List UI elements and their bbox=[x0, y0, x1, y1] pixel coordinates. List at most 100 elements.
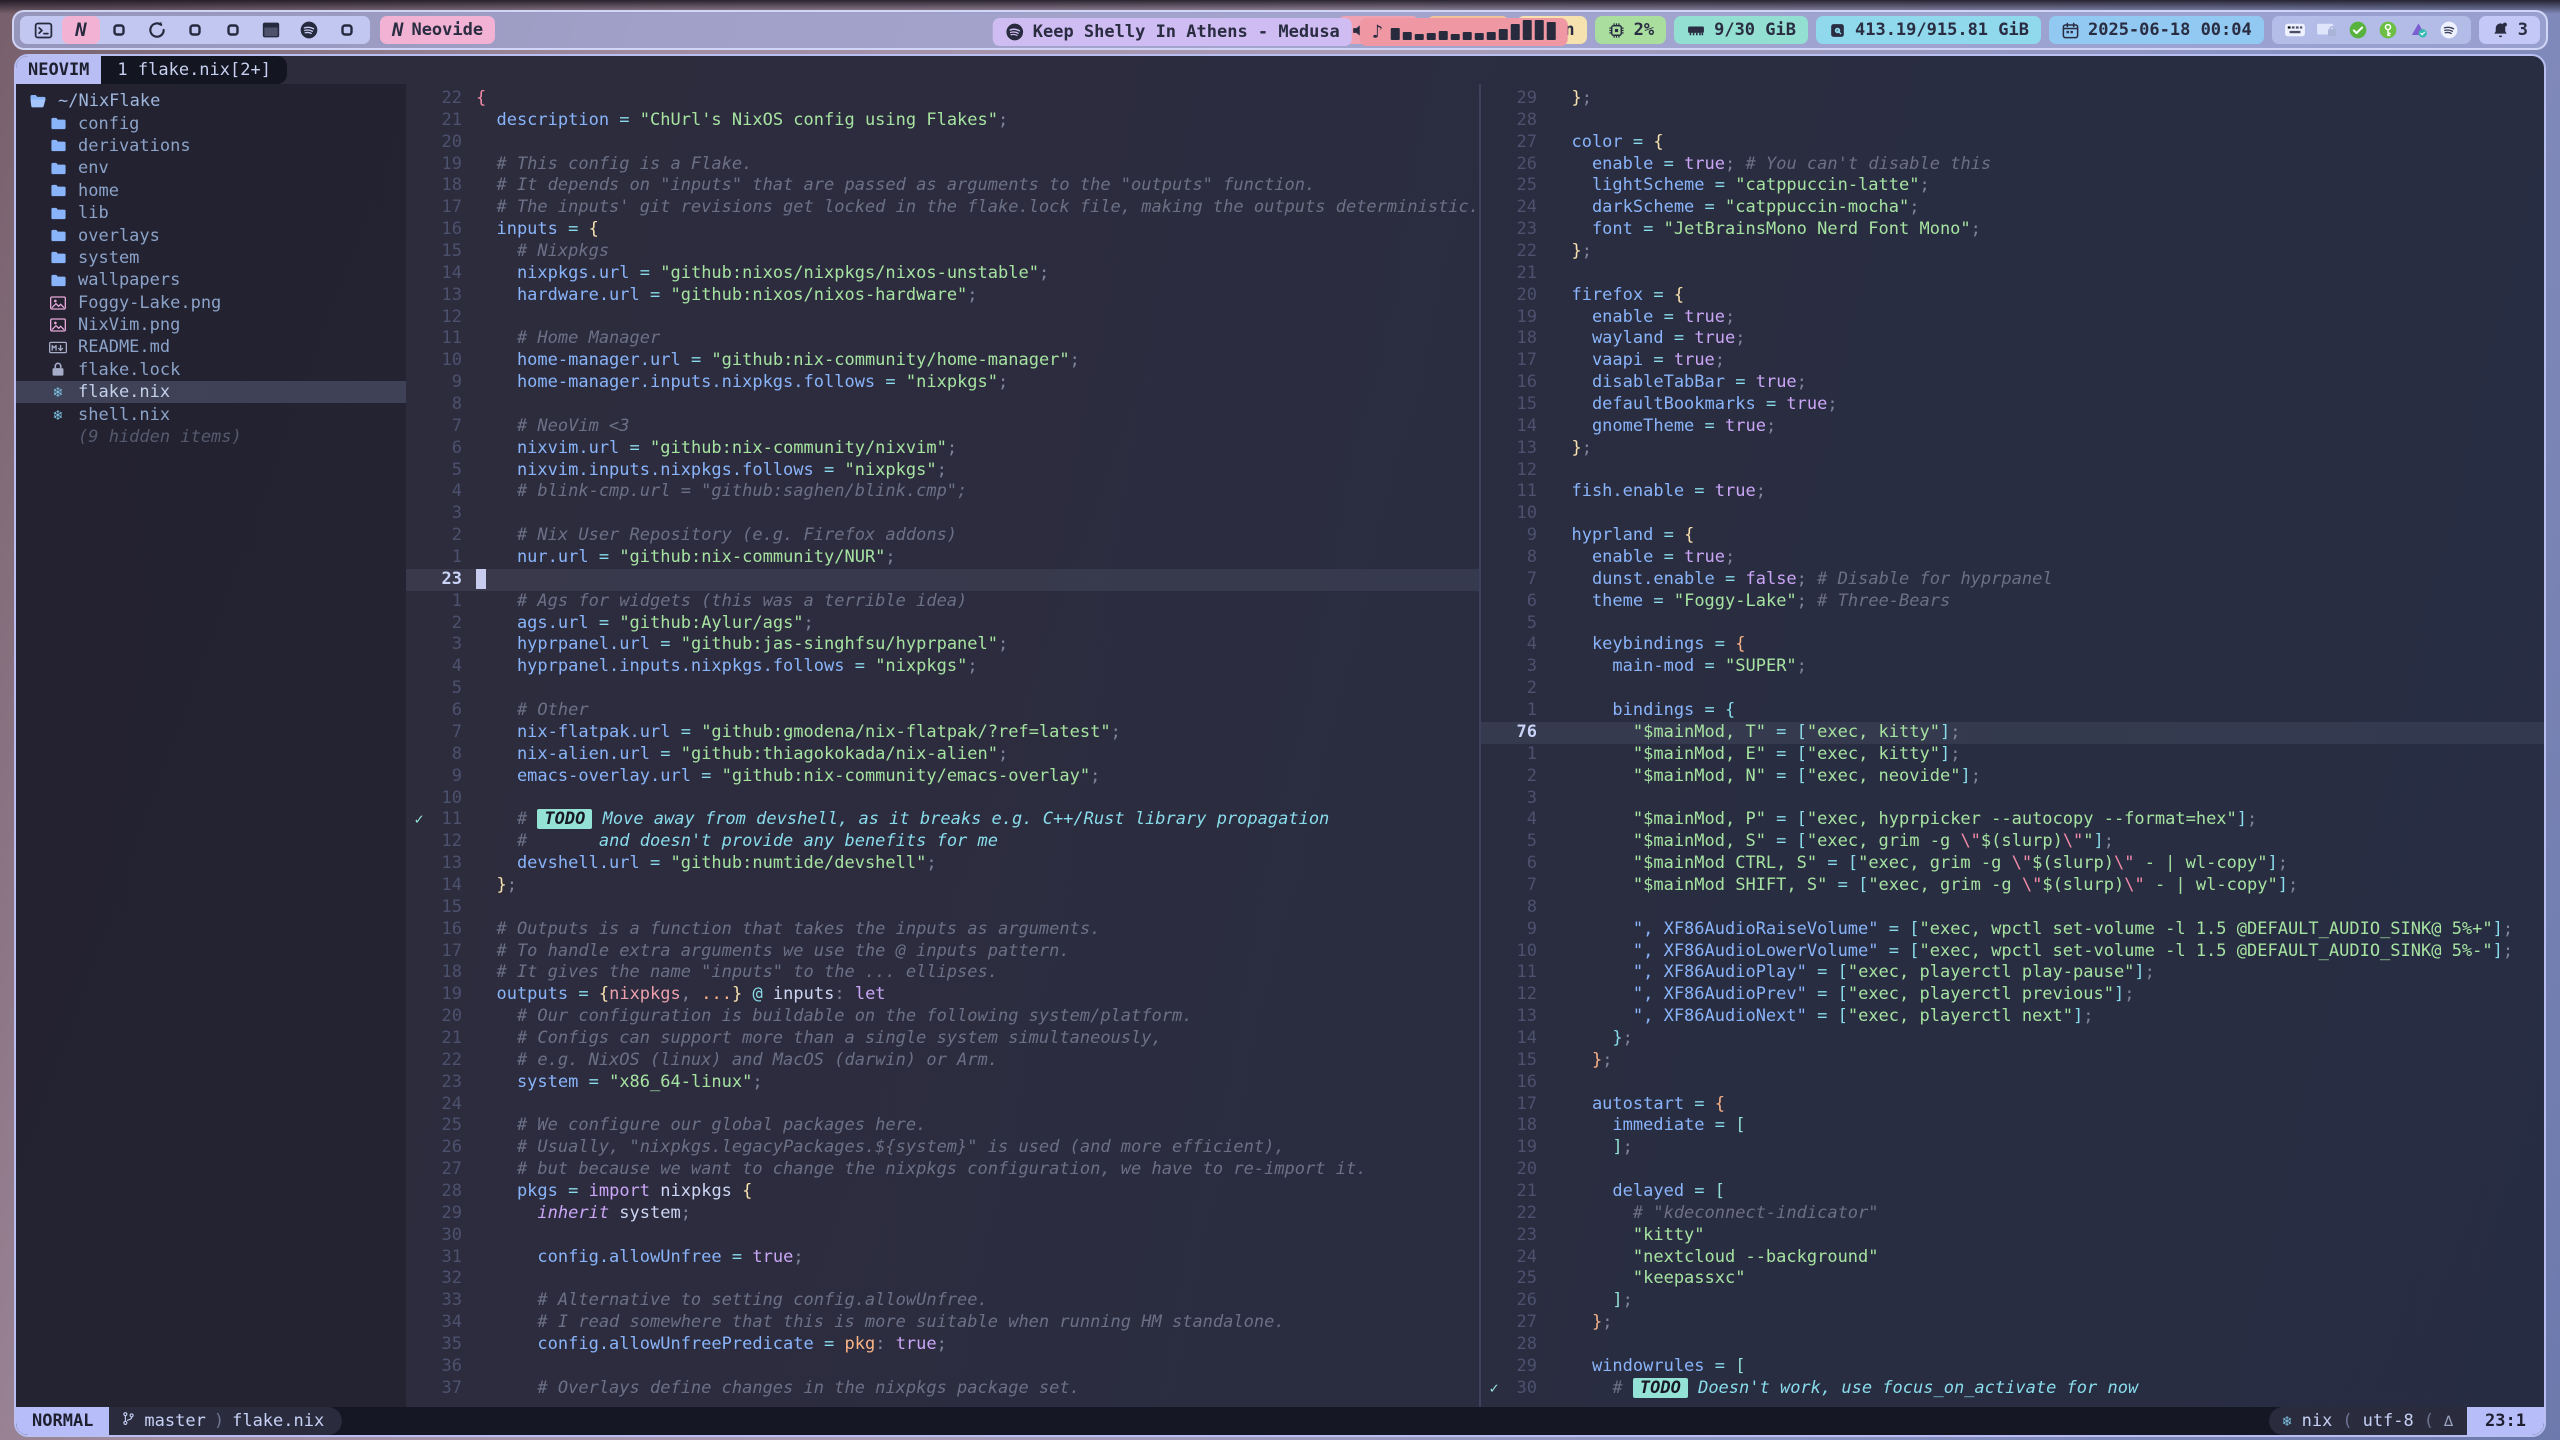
left-pane-line[interactable]: 12 # and doesn't provide any benefits fo… bbox=[406, 831, 1479, 853]
right-pane-line[interactable]: 7 dunst.enable = false; # Disable for hy… bbox=[1481, 569, 2544, 591]
right-pane-line[interactable]: 8 enable = true; bbox=[1481, 547, 2544, 569]
left-pane-line[interactable]: 28 pkgs = import nixpkgs { bbox=[406, 1181, 1479, 1203]
right-pane-line[interactable]: 13 }; bbox=[1481, 438, 2544, 460]
right-pane-line[interactable]: 7 "$mainMod SHIFT, S" = ["exec, grim -g … bbox=[1481, 875, 2544, 897]
left-pane-line[interactable]: 33 # Alternative to setting config.allow… bbox=[406, 1290, 1479, 1312]
tree-item-wallpapers[interactable]: wallpapers bbox=[16, 269, 406, 291]
right-pane-line[interactable]: 18 wayland = true; bbox=[1481, 328, 2544, 350]
tree-item-derivations[interactable]: derivations bbox=[16, 135, 406, 157]
keyboard-tray-icon[interactable] bbox=[2284, 21, 2306, 39]
tree-item-foggy-lake-png[interactable]: Foggy-Lake.png bbox=[16, 292, 406, 314]
left-pane-line[interactable]: 21 description = "ChUrl's NixOS config u… bbox=[406, 110, 1479, 132]
keepassxc-tray-icon[interactable] bbox=[2378, 20, 2398, 40]
left-pane-line[interactable]: 17 # The inputs' git revisions get locke… bbox=[406, 197, 1479, 219]
now-playing-widget[interactable]: Keep Shelly In Athens - Medusa bbox=[993, 18, 1352, 46]
tailscale-tray-icon[interactable] bbox=[2408, 20, 2429, 40]
right-pane-line[interactable]: 3 main-mod = "SUPER"; bbox=[1481, 656, 2544, 678]
left-pane-line[interactable]: 19 # This config is a Flake. bbox=[406, 154, 1479, 176]
right-pane-line[interactable]: 5 bbox=[1481, 613, 2544, 635]
workspace-7-browser[interactable] bbox=[252, 16, 290, 44]
workspace-2-neovim-active[interactable]: N bbox=[62, 16, 100, 44]
workspace-3-empty[interactable] bbox=[100, 16, 138, 44]
file-label[interactable]: flake.nix bbox=[232, 1411, 324, 1431]
left-pane-line[interactable]: 18 # It depends on "inputs" that are pas… bbox=[406, 175, 1479, 197]
left-pane-line[interactable]: 30 bbox=[406, 1225, 1479, 1247]
workspace-4-refresh[interactable] bbox=[138, 16, 176, 44]
workspace-8-spotify[interactable] bbox=[290, 16, 328, 44]
right-pane-line[interactable]: 6 "$mainMod CTRL, S" = ["exec, grim -g \… bbox=[1481, 853, 2544, 875]
left-pane-line[interactable]: 1 nur.url = "github:nix-community/NUR"; bbox=[406, 547, 1479, 569]
right-pane-line[interactable]: 17 autostart = { bbox=[1481, 1094, 2544, 1116]
right-pane-line[interactable]: 21 delayed = [ bbox=[1481, 1181, 2544, 1203]
left-pane-line[interactable]: 35 config.allowUnfreePredicate = pkg: tr… bbox=[406, 1334, 1479, 1356]
tree-item--nixflake[interactable]: ~/NixFlake bbox=[16, 90, 406, 112]
right-pane-line[interactable]: 19 enable = true; bbox=[1481, 307, 2544, 329]
left-pane-line[interactable]: 17 # To handle extra arguments we use th… bbox=[406, 941, 1479, 963]
active-window-title[interactable]: N Neovide bbox=[380, 16, 495, 44]
right-pane-line[interactable]: 17 vaapi = true; bbox=[1481, 350, 2544, 372]
right-pane-line[interactable]: 9 hyprland = { bbox=[1481, 525, 2544, 547]
tree-item-flake-lock[interactable]: flake.lock bbox=[16, 359, 406, 381]
right-pane-line[interactable]: 15 }; bbox=[1481, 1050, 2544, 1072]
left-pane-line[interactable]: 6 nixvim.url = "github:nix-community/nix… bbox=[406, 438, 1479, 460]
left-pane-line[interactable]: 10 bbox=[406, 788, 1479, 810]
right-pane-line[interactable]: 21 bbox=[1481, 263, 2544, 285]
right-pane-line[interactable]: 10 bbox=[1481, 503, 2544, 525]
right-pane-line[interactable]: 16 bbox=[1481, 1072, 2544, 1094]
right-pane-line[interactable]: 22 }; bbox=[1481, 241, 2544, 263]
left-pane-line[interactable]: 22 # e.g. NixOS (linux) and MacOS (darwi… bbox=[406, 1050, 1479, 1072]
memory-widget[interactable]: 9/30 GiB bbox=[1674, 16, 1808, 44]
left-pane-line[interactable]: 34 # I read somewhere that this is more … bbox=[406, 1312, 1479, 1334]
right-pane-line[interactable]: 13 ", XF86AudioNext" = ["exec, playerctl… bbox=[1481, 1006, 2544, 1028]
workspace-1-terminal[interactable] bbox=[24, 16, 62, 44]
right-pane-line[interactable]: 26 enable = true; # You can't disable th… bbox=[1481, 154, 2544, 176]
tree-item-lib[interactable]: lib bbox=[16, 202, 406, 224]
right-pane-line[interactable]: 76 "$mainMod, T" = ["exec, kitty"]; bbox=[1481, 722, 2544, 744]
left-pane-line[interactable]: 3 hyprpanel.url = "github:jas-singhfsu/h… bbox=[406, 634, 1479, 656]
tree-item-env[interactable]: env bbox=[16, 157, 406, 179]
left-pane-line[interactable]: 18 # It gives the name "inputs" to the .… bbox=[406, 962, 1479, 984]
right-pane-line[interactable]: 2 "$mainMod, N" = ["exec, neovide"]; bbox=[1481, 766, 2544, 788]
right-pane-line[interactable]: 16 disableTabBar = true; bbox=[1481, 372, 2544, 394]
left-pane-line[interactable]: ✓11 # TODO Move away from devshell, as i… bbox=[406, 809, 1479, 831]
left-pane-line[interactable]: 4 hyprpanel.inputs.nixpkgs.follows = "ni… bbox=[406, 656, 1479, 678]
left-pane-line[interactable]: 2 ags.url = "github:Aylur/ags"; bbox=[406, 613, 1479, 635]
tree-item-home[interactable]: home bbox=[16, 180, 406, 202]
right-pane-line[interactable]: 24 darkScheme = "catppuccin-mocha"; bbox=[1481, 197, 2544, 219]
left-pane-line[interactable]: 36 bbox=[406, 1356, 1479, 1378]
left-pane-line[interactable]: 29 inherit system; bbox=[406, 1203, 1479, 1225]
right-pane-line[interactable]: 24 "nextcloud --background" bbox=[1481, 1247, 2544, 1269]
left-pane-line[interactable]: 24 bbox=[406, 1094, 1479, 1116]
tree-item-shell-nix[interactable]: ❄shell.nix bbox=[16, 403, 406, 425]
right-pane-line[interactable]: 23 "kitty" bbox=[1481, 1225, 2544, 1247]
left-pane-line[interactable]: 20 # Our configuration is buildable on t… bbox=[406, 1006, 1479, 1028]
right-pane-line[interactable]: 18 immediate = [ bbox=[1481, 1115, 2544, 1137]
right-pane-line[interactable]: 11 ", XF86AudioPlay" = ["exec, playerctl… bbox=[1481, 962, 2544, 984]
left-pane-line[interactable]: 6 # Other bbox=[406, 700, 1479, 722]
left-pane-line[interactable]: 25 # We configure our global packages he… bbox=[406, 1115, 1479, 1137]
left-pane-line[interactable]: 8 bbox=[406, 394, 1479, 416]
right-pane-line[interactable]: 20 firefox = { bbox=[1481, 285, 2544, 307]
right-pane-line[interactable]: 29 windowrules = [ bbox=[1481, 1356, 2544, 1378]
clock-widget[interactable]: 2025-06-18 00:04 bbox=[2049, 16, 2264, 44]
tree-item-readme-md[interactable]: README.md bbox=[16, 336, 406, 358]
right-pane-line[interactable]: 28 bbox=[1481, 1334, 2544, 1356]
workspace-9-empty[interactable] bbox=[328, 16, 366, 44]
left-pane-line[interactable]: 10 home-manager.url = "github:nix-commun… bbox=[406, 350, 1479, 372]
right-pane-line[interactable]: 8 bbox=[1481, 897, 2544, 919]
tree-item-flake-nix[interactable]: ❄flake.nix bbox=[16, 381, 406, 403]
right-pane-line[interactable]: 9 ", XF86AudioRaiseVolume" = ["exec, wpc… bbox=[1481, 919, 2544, 941]
left-pane-line[interactable]: 8 nix-alien.url = "github:thiagokokada/n… bbox=[406, 744, 1479, 766]
right-pane-line[interactable]: 4 "$mainMod, P" = ["exec, hyprpicker --a… bbox=[1481, 809, 2544, 831]
right-pane-line[interactable]: 19 ]; bbox=[1481, 1137, 2544, 1159]
tree-item-nixvim-png[interactable]: NixVim.png bbox=[16, 314, 406, 336]
left-pane-line[interactable]: 23 bbox=[406, 569, 1479, 591]
right-pane-line[interactable]: 5 "$mainMod, S" = ["exec, grim -g \"$(sl… bbox=[1481, 831, 2544, 853]
left-pane-line[interactable]: 9 emacs-overlay.url = "github:nix-commun… bbox=[406, 766, 1479, 788]
right-pane-line[interactable]: 14 }; bbox=[1481, 1028, 2544, 1050]
left-pane-line[interactable]: 26 # Usually, "nixpkgs.legacyPackages.${… bbox=[406, 1137, 1479, 1159]
left-pane-line[interactable]: 20 bbox=[406, 132, 1479, 154]
tree-item-overlays[interactable]: overlays bbox=[16, 224, 406, 246]
tab-buffer-flake-nix[interactable]: 1 flake.nix[2+] bbox=[101, 56, 287, 84]
right-pane-line[interactable]: 3 bbox=[1481, 788, 2544, 810]
